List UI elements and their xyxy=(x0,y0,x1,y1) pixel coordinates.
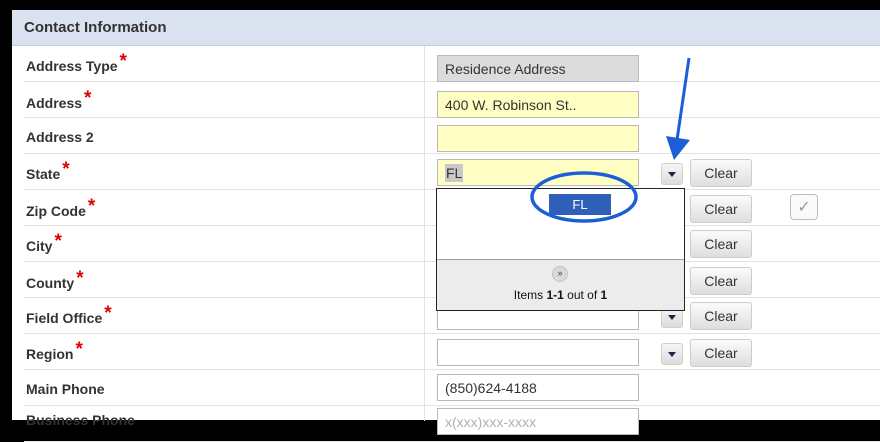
city-label: City * xyxy=(26,231,62,254)
region-input[interactable] xyxy=(437,339,639,366)
state-dropdown-list: FL » Items 1-1 out of 1 xyxy=(436,188,685,311)
address2-label: Address 2 xyxy=(26,129,94,145)
main-phone-input[interactable]: (850)624-4188 xyxy=(437,374,639,401)
double-chevron-down-icon[interactable]: » xyxy=(552,266,568,282)
region-label: Region * xyxy=(26,339,83,362)
required-marker: * xyxy=(104,303,112,324)
state-label: State * xyxy=(26,159,70,182)
business-phone-label: Business Phone xyxy=(26,412,135,428)
checkmark-icon[interactable]: ✓ xyxy=(790,194,818,220)
dropdown-footer: » Items 1-1 out of 1 xyxy=(437,259,684,310)
field-office-label: Field Office * xyxy=(26,303,112,326)
city-clear-button[interactable]: Clear xyxy=(690,230,752,258)
address-input[interactable]: 400 W. Robinson St.. xyxy=(437,91,639,118)
zip-clear-button[interactable]: Clear xyxy=(690,195,752,223)
state-dropdown-button[interactable] xyxy=(661,163,683,185)
address-label: Address * xyxy=(26,88,92,111)
state-option-fl[interactable]: FL xyxy=(549,194,611,215)
required-marker: * xyxy=(87,196,96,217)
address-type-label: Address Type * xyxy=(26,51,127,74)
triangle-down-icon xyxy=(668,172,676,177)
region-dropdown-button[interactable] xyxy=(661,343,683,365)
main-phone-label: Main Phone xyxy=(26,381,105,397)
required-marker: * xyxy=(75,339,83,360)
address-type-field[interactable]: Residence Address xyxy=(437,55,639,82)
required-marker: * xyxy=(54,231,62,252)
county-label: County * xyxy=(26,268,84,291)
county-clear-button[interactable]: Clear xyxy=(690,267,752,295)
triangle-down-icon xyxy=(668,352,676,357)
section-header: Contact Information xyxy=(12,10,880,46)
region-clear-button[interactable]: Clear xyxy=(690,339,752,367)
required-marker: * xyxy=(76,268,84,289)
field-office-clear-button[interactable]: Clear xyxy=(690,302,752,330)
address2-input[interactable] xyxy=(437,125,639,152)
state-value: FL xyxy=(445,163,464,182)
required-marker: * xyxy=(62,159,70,180)
state-input[interactable]: FL xyxy=(437,159,639,186)
required-marker: * xyxy=(84,88,92,109)
required-marker: * xyxy=(119,51,127,72)
triangle-down-icon xyxy=(668,315,676,320)
state-clear-button[interactable]: Clear xyxy=(690,159,752,187)
section-title: Contact Information xyxy=(24,19,167,36)
business-phone-input[interactable]: x(xxx)xxx-xxxx xyxy=(437,408,639,435)
zip-label: Zip Code * xyxy=(26,196,96,219)
items-count: Items 1-1 out of 1 xyxy=(513,288,608,302)
